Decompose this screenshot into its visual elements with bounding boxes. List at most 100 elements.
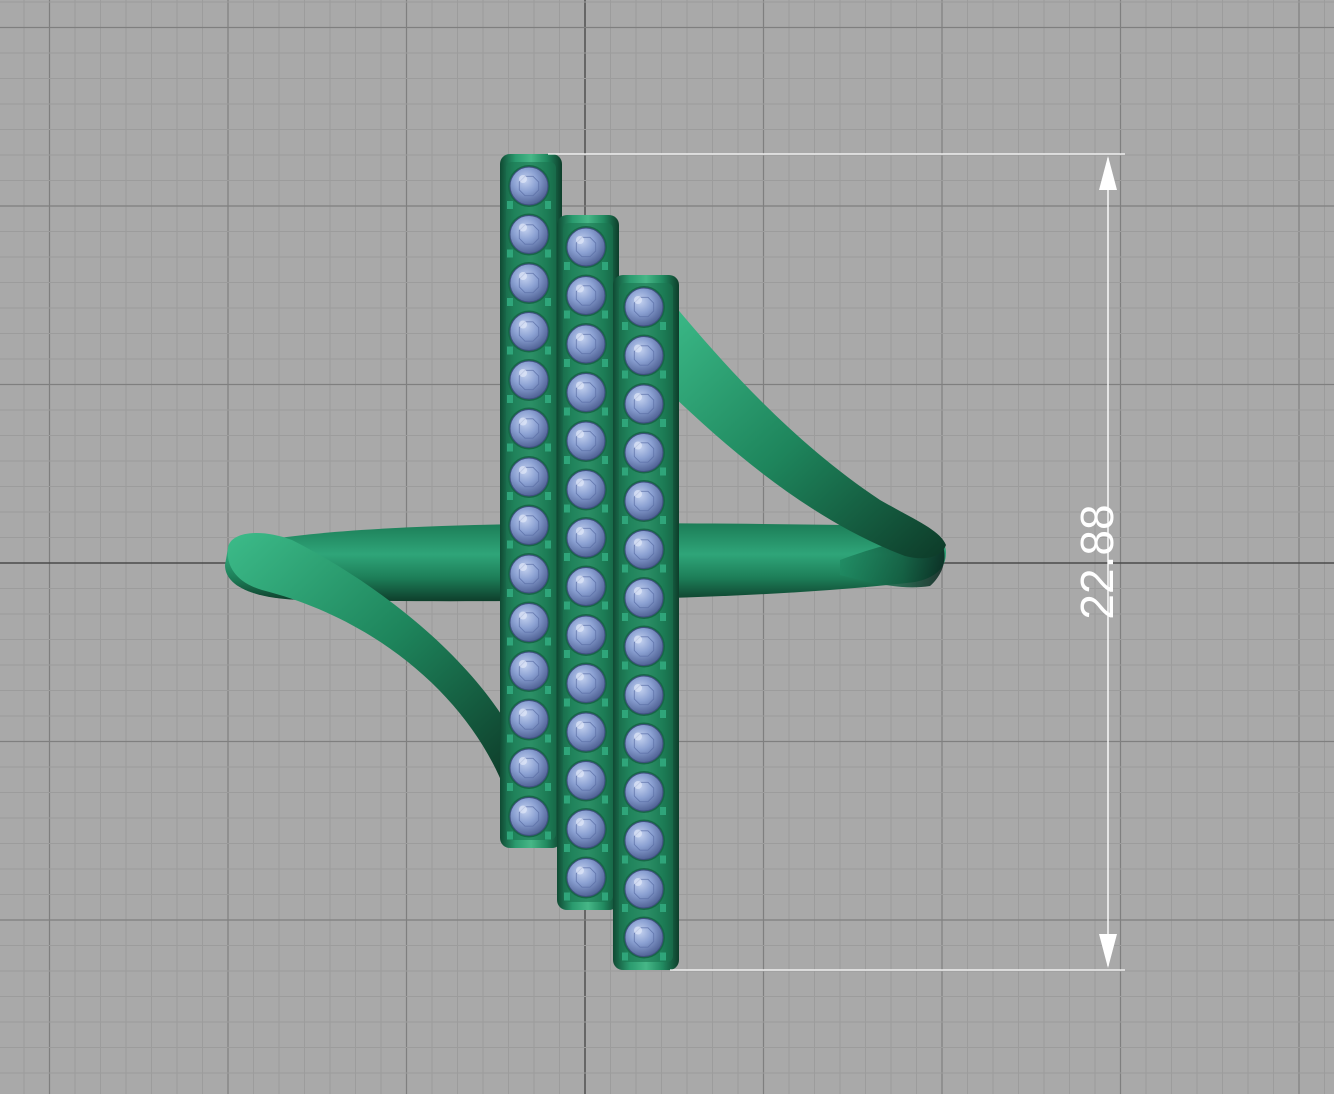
prong (660, 710, 666, 718)
gemstone[interactable] (509, 457, 549, 497)
gemstone[interactable] (624, 384, 664, 424)
prong (660, 419, 666, 427)
prong (660, 370, 666, 379)
gemstone[interactable] (566, 470, 606, 509)
prong (622, 613, 628, 621)
gemstone[interactable] (509, 263, 549, 303)
stone-highlight (576, 769, 584, 778)
gemstone[interactable] (566, 324, 606, 364)
gemstone[interactable] (509, 409, 549, 448)
ring-right-sweep[interactable] (670, 300, 946, 559)
stone-bar-3[interactable] (613, 275, 679, 970)
gemstone[interactable] (566, 615, 606, 655)
gemstone[interactable] (624, 627, 664, 666)
prong (507, 298, 513, 306)
prong (545, 831, 551, 840)
gemstone[interactable] (566, 712, 606, 752)
gemstone[interactable] (509, 506, 549, 545)
prong (507, 831, 513, 840)
gemstone[interactable] (566, 227, 606, 267)
stone-highlight (519, 563, 527, 571)
stone-highlight (519, 805, 527, 814)
prong (660, 516, 666, 524)
prong (622, 370, 628, 379)
prong (507, 346, 513, 355)
gemstone[interactable] (624, 724, 664, 763)
gemstone[interactable] (566, 373, 606, 412)
prong (545, 637, 551, 646)
gemstone[interactable] (566, 664, 606, 703)
prong (660, 564, 666, 573)
gemstone[interactable] (509, 700, 549, 739)
prong (602, 553, 608, 561)
gemstone[interactable] (624, 433, 664, 472)
gemstone[interactable] (509, 797, 549, 836)
dimension-arrow-up-icon (1099, 156, 1117, 190)
stone-highlight (576, 721, 584, 729)
prong (602, 844, 608, 852)
stone-bar-2[interactable] (557, 215, 619, 910)
gemstone[interactable] (624, 918, 664, 957)
prong (507, 783, 513, 791)
gemstone[interactable] (624, 336, 664, 375)
prong (545, 686, 551, 694)
prong (660, 322, 666, 330)
gemstone[interactable] (509, 166, 549, 206)
prong (622, 807, 628, 815)
prong (622, 952, 628, 961)
gemstone[interactable] (566, 421, 606, 461)
stone-highlight (576, 333, 584, 341)
prong (622, 419, 628, 427)
gemstone[interactable] (509, 360, 549, 400)
prong (545, 492, 551, 500)
gemstone[interactable] (509, 554, 549, 594)
gemstone[interactable] (624, 530, 664, 569)
gemstone[interactable] (624, 772, 664, 812)
gemstone[interactable] (624, 578, 664, 618)
gemstone[interactable] (509, 651, 549, 691)
stone-bar-1[interactable] (500, 154, 562, 848)
stone-highlight (634, 829, 642, 838)
gemstone[interactable] (566, 567, 606, 606)
gemstone[interactable] (624, 675, 664, 715)
prong (660, 613, 666, 621)
prong (545, 443, 551, 452)
gemstone[interactable] (566, 276, 606, 315)
stone-highlight (634, 878, 642, 886)
gemstone[interactable] (509, 603, 549, 642)
prong (564, 844, 570, 852)
gemstone[interactable] (566, 518, 606, 558)
prong (622, 322, 628, 330)
3d-viewport[interactable]: 22.88 (0, 0, 1334, 1094)
stone-highlight (576, 624, 584, 632)
prong (507, 201, 513, 209)
prong (507, 686, 513, 694)
dimension-value: 22.88 (1071, 504, 1123, 619)
gemstone[interactable] (509, 312, 549, 351)
gemstone[interactable] (624, 481, 664, 521)
gemstone[interactable] (566, 809, 606, 849)
prong (564, 892, 570, 901)
gemstone[interactable] (624, 821, 664, 860)
gemstone[interactable] (624, 287, 664, 327)
gemstone[interactable] (566, 858, 606, 897)
prong (622, 516, 628, 524)
stone-highlight (634, 684, 642, 692)
gemstone[interactable] (624, 869, 664, 909)
stone-highlight (519, 369, 527, 377)
prong (564, 262, 570, 270)
prong (564, 698, 570, 707)
prong (507, 637, 513, 646)
stone-highlight (634, 296, 642, 304)
stone-highlight (519, 175, 527, 183)
gemstone[interactable] (509, 748, 549, 788)
gemstone[interactable] (566, 761, 606, 800)
ring-model[interactable] (225, 154, 946, 970)
prong (545, 395, 551, 403)
stone-highlight (576, 430, 584, 438)
stone-highlight (576, 236, 584, 244)
gemstone[interactable] (509, 215, 549, 254)
prong (602, 262, 608, 270)
viewport-canvas[interactable]: 22.88 (0, 0, 1334, 1094)
stone-highlight (576, 672, 584, 681)
